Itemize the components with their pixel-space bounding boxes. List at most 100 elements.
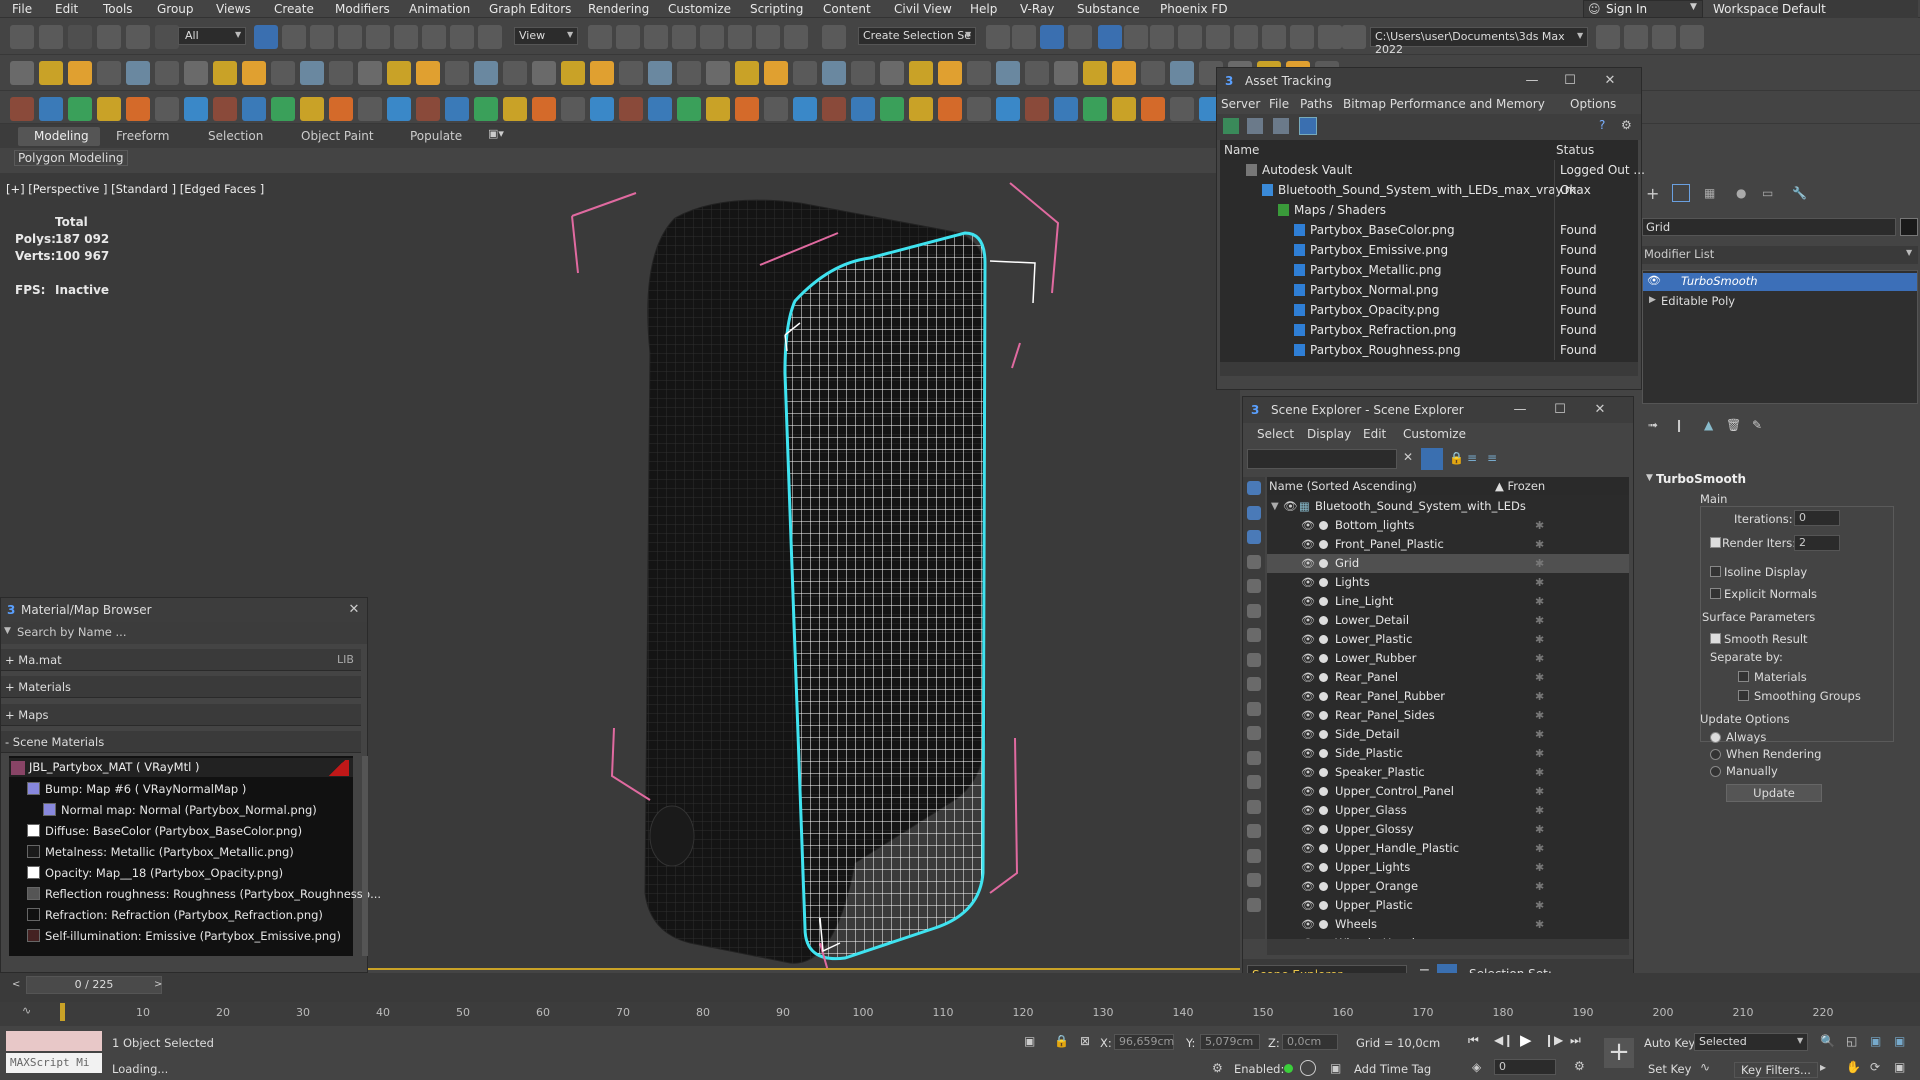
scene-object-row[interactable]: 👁 Rear_Panel ✱ bbox=[1267, 668, 1629, 687]
toolbar-button-icon[interactable] bbox=[184, 61, 208, 85]
key-filters-button[interactable]: Key Filters... bbox=[1734, 1062, 1818, 1078]
toolbar-button-icon[interactable] bbox=[1068, 25, 1092, 49]
scene-object-row[interactable]: 👁 Upper_Plastic ✱ bbox=[1267, 896, 1629, 915]
eye-icon[interactable]: 👁 bbox=[1301, 535, 1315, 554]
containers-filter-icon[interactable] bbox=[1247, 726, 1261, 740]
eye-icon[interactable]: 👁 bbox=[1301, 611, 1315, 630]
col-name-sorted[interactable]: Name (Sorted Ascending) bbox=[1269, 479, 1417, 493]
at-menu-server[interactable]: Server bbox=[1221, 97, 1260, 111]
toolbar-button-icon[interactable] bbox=[474, 61, 498, 85]
freeze-icon[interactable]: ✱ bbox=[1535, 763, 1544, 782]
update-always-radio[interactable] bbox=[1710, 732, 1721, 743]
scene-object-row[interactable]: 👁 Line_Light ✱ bbox=[1267, 592, 1629, 611]
toolbar-button-icon[interactable] bbox=[68, 61, 92, 85]
freeze-icon[interactable]: ✱ bbox=[1535, 668, 1544, 687]
toolbar-button-icon[interactable] bbox=[329, 97, 353, 121]
polygon-modeling-panel[interactable]: Polygon Modeling bbox=[14, 150, 128, 166]
toolbar-button-icon[interactable] bbox=[677, 97, 701, 121]
toolbar-button-icon[interactable] bbox=[478, 25, 502, 49]
material-scrollbar[interactable] bbox=[362, 756, 368, 956]
bones-filter-icon[interactable] bbox=[1247, 701, 1261, 716]
toolbar-button-icon[interactable] bbox=[793, 61, 817, 85]
toolbar-button-icon[interactable] bbox=[784, 25, 808, 49]
enabled-indicator[interactable] bbox=[1284, 1064, 1293, 1073]
menu-graph-editors[interactable]: Graph Editors bbox=[489, 2, 571, 16]
col-name-header[interactable]: Name bbox=[1224, 143, 1259, 157]
utilities-tab-icon[interactable]: 🔧 bbox=[1792, 186, 1807, 200]
toolbar-button-icon[interactable] bbox=[300, 61, 324, 85]
play-icon[interactable]: ▶ bbox=[1520, 1031, 1532, 1049]
toolbar-button-icon[interactable] bbox=[561, 97, 585, 121]
eye-icon[interactable]: 👁 bbox=[1301, 782, 1315, 801]
material-search-input[interactable]: Search by Name ... bbox=[17, 625, 126, 639]
lock-icon[interactable]: 🔒 bbox=[1449, 451, 1464, 465]
toolbar-button-icon[interactable] bbox=[39, 25, 63, 49]
toolbar-button-icon[interactable] bbox=[387, 61, 411, 85]
toolbar-button-icon[interactable] bbox=[909, 97, 933, 121]
zoom-extents-all-icon[interactable]: ▣ bbox=[1894, 1034, 1905, 1048]
cameras-filter-icon[interactable] bbox=[1247, 579, 1261, 593]
toolbar-button-icon[interactable] bbox=[1596, 25, 1620, 49]
toolbar-button-icon[interactable] bbox=[648, 97, 672, 121]
toolbar-button-icon[interactable] bbox=[996, 97, 1020, 121]
toolbar-button-icon[interactable] bbox=[619, 97, 643, 121]
create-tab-icon[interactable]: + bbox=[1646, 184, 1659, 203]
eye-icon[interactable]: 👁 bbox=[1283, 497, 1298, 516]
group-maps[interactable]: + Maps bbox=[1, 704, 361, 726]
toolbar-button-icon[interactable] bbox=[126, 25, 150, 49]
col-status-header[interactable]: Status bbox=[1556, 143, 1594, 157]
scene-object-row[interactable]: 👁 Rear_Panel_Sides ✱ bbox=[1267, 706, 1629, 725]
maximize-viewport-icon[interactable]: ▣ bbox=[1894, 1060, 1905, 1074]
material-map-row[interactable]: Diffuse: BaseColor (Partybox_BaseColor.p… bbox=[9, 821, 353, 842]
groups-filter-icon[interactable] bbox=[1247, 652, 1261, 667]
selection-lock-icon[interactable]: 🔒 bbox=[1054, 1034, 1069, 1048]
toolbar-button-icon[interactable] bbox=[1054, 61, 1078, 85]
toolbar-button-icon[interactable] bbox=[1054, 97, 1078, 121]
display-none-icon[interactable] bbox=[1247, 481, 1261, 495]
asset-row[interactable]: Partybox_Normal.png Found bbox=[1220, 280, 1638, 300]
menu-edit[interactable]: Edit bbox=[55, 2, 78, 16]
toolbar-button-icon[interactable] bbox=[1083, 97, 1107, 121]
close-icon[interactable]: ✕ bbox=[341, 598, 367, 622]
key-mode-icon[interactable]: ◈ bbox=[1472, 1060, 1481, 1074]
toolbar-button-icon[interactable] bbox=[39, 61, 63, 85]
toolbar-button-icon[interactable] bbox=[822, 25, 846, 49]
display-tab-icon[interactable]: ▭ bbox=[1762, 186, 1773, 200]
tab-modeling[interactable]: Modeling bbox=[18, 127, 100, 146]
filter-icon[interactable] bbox=[1421, 448, 1443, 470]
material-map-row[interactable]: Normal map: Normal (Partybox_Normal.png) bbox=[9, 800, 353, 821]
menu-modifiers[interactable]: Modifiers bbox=[335, 2, 390, 16]
toolbar-button-icon[interactable] bbox=[1040, 25, 1064, 49]
eye-icon[interactable]: 👁 bbox=[1301, 573, 1315, 592]
toolbar-button-icon[interactable] bbox=[450, 25, 474, 49]
freeze-icon[interactable]: ✱ bbox=[1535, 839, 1544, 858]
toolbar-button-icon[interactable] bbox=[1318, 25, 1342, 49]
toolbar-button-icon[interactable] bbox=[967, 61, 991, 85]
settings-icon[interactable]: ⚙ bbox=[1621, 118, 1632, 132]
scene-object-row[interactable]: 👁 Wheels ✱ bbox=[1267, 915, 1629, 934]
eye-icon[interactable]: 👁 bbox=[1301, 649, 1315, 668]
toolbar-button-icon[interactable] bbox=[445, 61, 469, 85]
freeze-icon[interactable]: ✱ bbox=[1535, 820, 1544, 839]
freeze-icon[interactable]: ✱ bbox=[1535, 877, 1544, 896]
display-all-icon[interactable] bbox=[1247, 824, 1261, 838]
orbit-icon[interactable]: ⟳ bbox=[1870, 1060, 1880, 1074]
iterations-spinner[interactable]: 0 bbox=[1794, 510, 1840, 526]
toolbar-button-icon[interactable] bbox=[532, 97, 556, 121]
toolbar-button-icon[interactable] bbox=[1652, 25, 1676, 49]
eye-icon[interactable]: 👁 bbox=[1301, 820, 1315, 839]
toolbar-button-icon[interactable] bbox=[909, 61, 933, 85]
freeze-icon[interactable]: ✱ bbox=[1535, 782, 1544, 801]
scene-object-row[interactable]: 👁 Upper_Handle_Plastic ✱ bbox=[1267, 839, 1629, 858]
asset-tracking-titlebar[interactable]: 3 Asset Tracking — ☐ ✕ bbox=[1217, 68, 1641, 94]
motion-tab-icon[interactable]: ● bbox=[1736, 186, 1746, 200]
scene-object-row[interactable]: 👁 Upper_Control_Panel ✱ bbox=[1267, 782, 1629, 801]
toolbar-button-icon[interactable] bbox=[126, 97, 150, 121]
menu-help[interactable]: Help bbox=[970, 2, 997, 16]
toolbar-button-icon[interactable] bbox=[1012, 25, 1036, 49]
toolbar-button-icon[interactable] bbox=[271, 61, 295, 85]
smooth-result-checkbox[interactable] bbox=[1710, 633, 1721, 644]
time-tag-icon[interactable] bbox=[1300, 1060, 1316, 1076]
eye-icon[interactable]: 👁 bbox=[1301, 915, 1315, 934]
expand-icon[interactable]: ▶ bbox=[1649, 295, 1656, 305]
